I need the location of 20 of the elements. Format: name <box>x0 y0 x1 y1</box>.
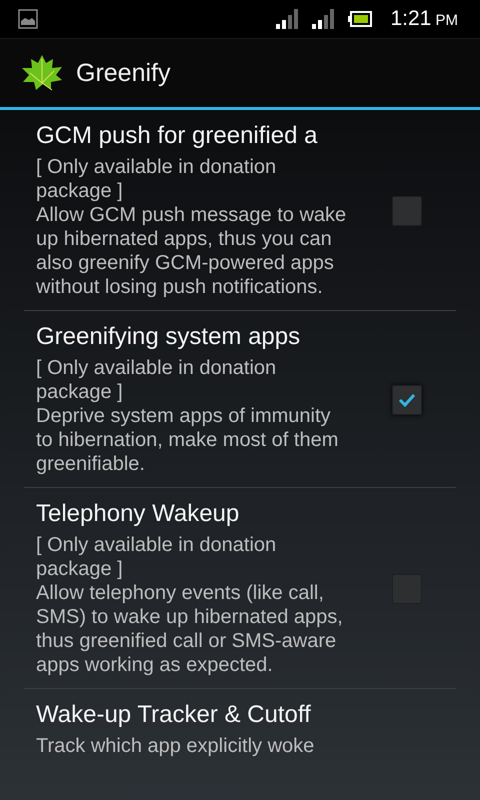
availability-note: [ Only available in donation package ] <box>36 155 278 203</box>
availability-note: [ Only available in donation package ] <box>36 533 278 581</box>
picture-icon <box>18 9 38 29</box>
signal-icon <box>276 8 298 30</box>
clock-time: 1:21 PM <box>390 7 458 31</box>
preference-summary: Allow telephony events (like call, SMS) to wake up hibernated apps, thus greenified call or SMS-aware apps working as expected. <box>36 581 344 677</box>
preference-summary: Track which app explicitly woke <box>36 734 316 758</box>
preference-summary: Allow GCM push message to wake up hibernated apps, thus you can also greenify GCM-powered apps without losing push notifications. <box>36 203 348 299</box>
preference-title: Telephony Wakeup <box>36 500 240 528</box>
preference-title: Wake-up Tracker & Cutoff <box>36 701 312 729</box>
preference-summary: Deprive system apps of immunity to hibernation, make most of them greenifiable. <box>36 404 340 476</box>
availability-note: [ Only available in donation package ] <box>36 356 278 404</box>
signal-icon <box>312 8 334 30</box>
app-title: Greenify <box>76 58 170 88</box>
checkbox[interactable] <box>392 196 422 226</box>
preference-title: GCM push for greenified a <box>36 122 318 150</box>
leaf-icon[interactable] <box>20 53 64 93</box>
preference-title: Greenifying system apps <box>36 323 302 351</box>
checkbox[interactable] <box>392 384 422 414</box>
battery-icon <box>348 11 372 27</box>
